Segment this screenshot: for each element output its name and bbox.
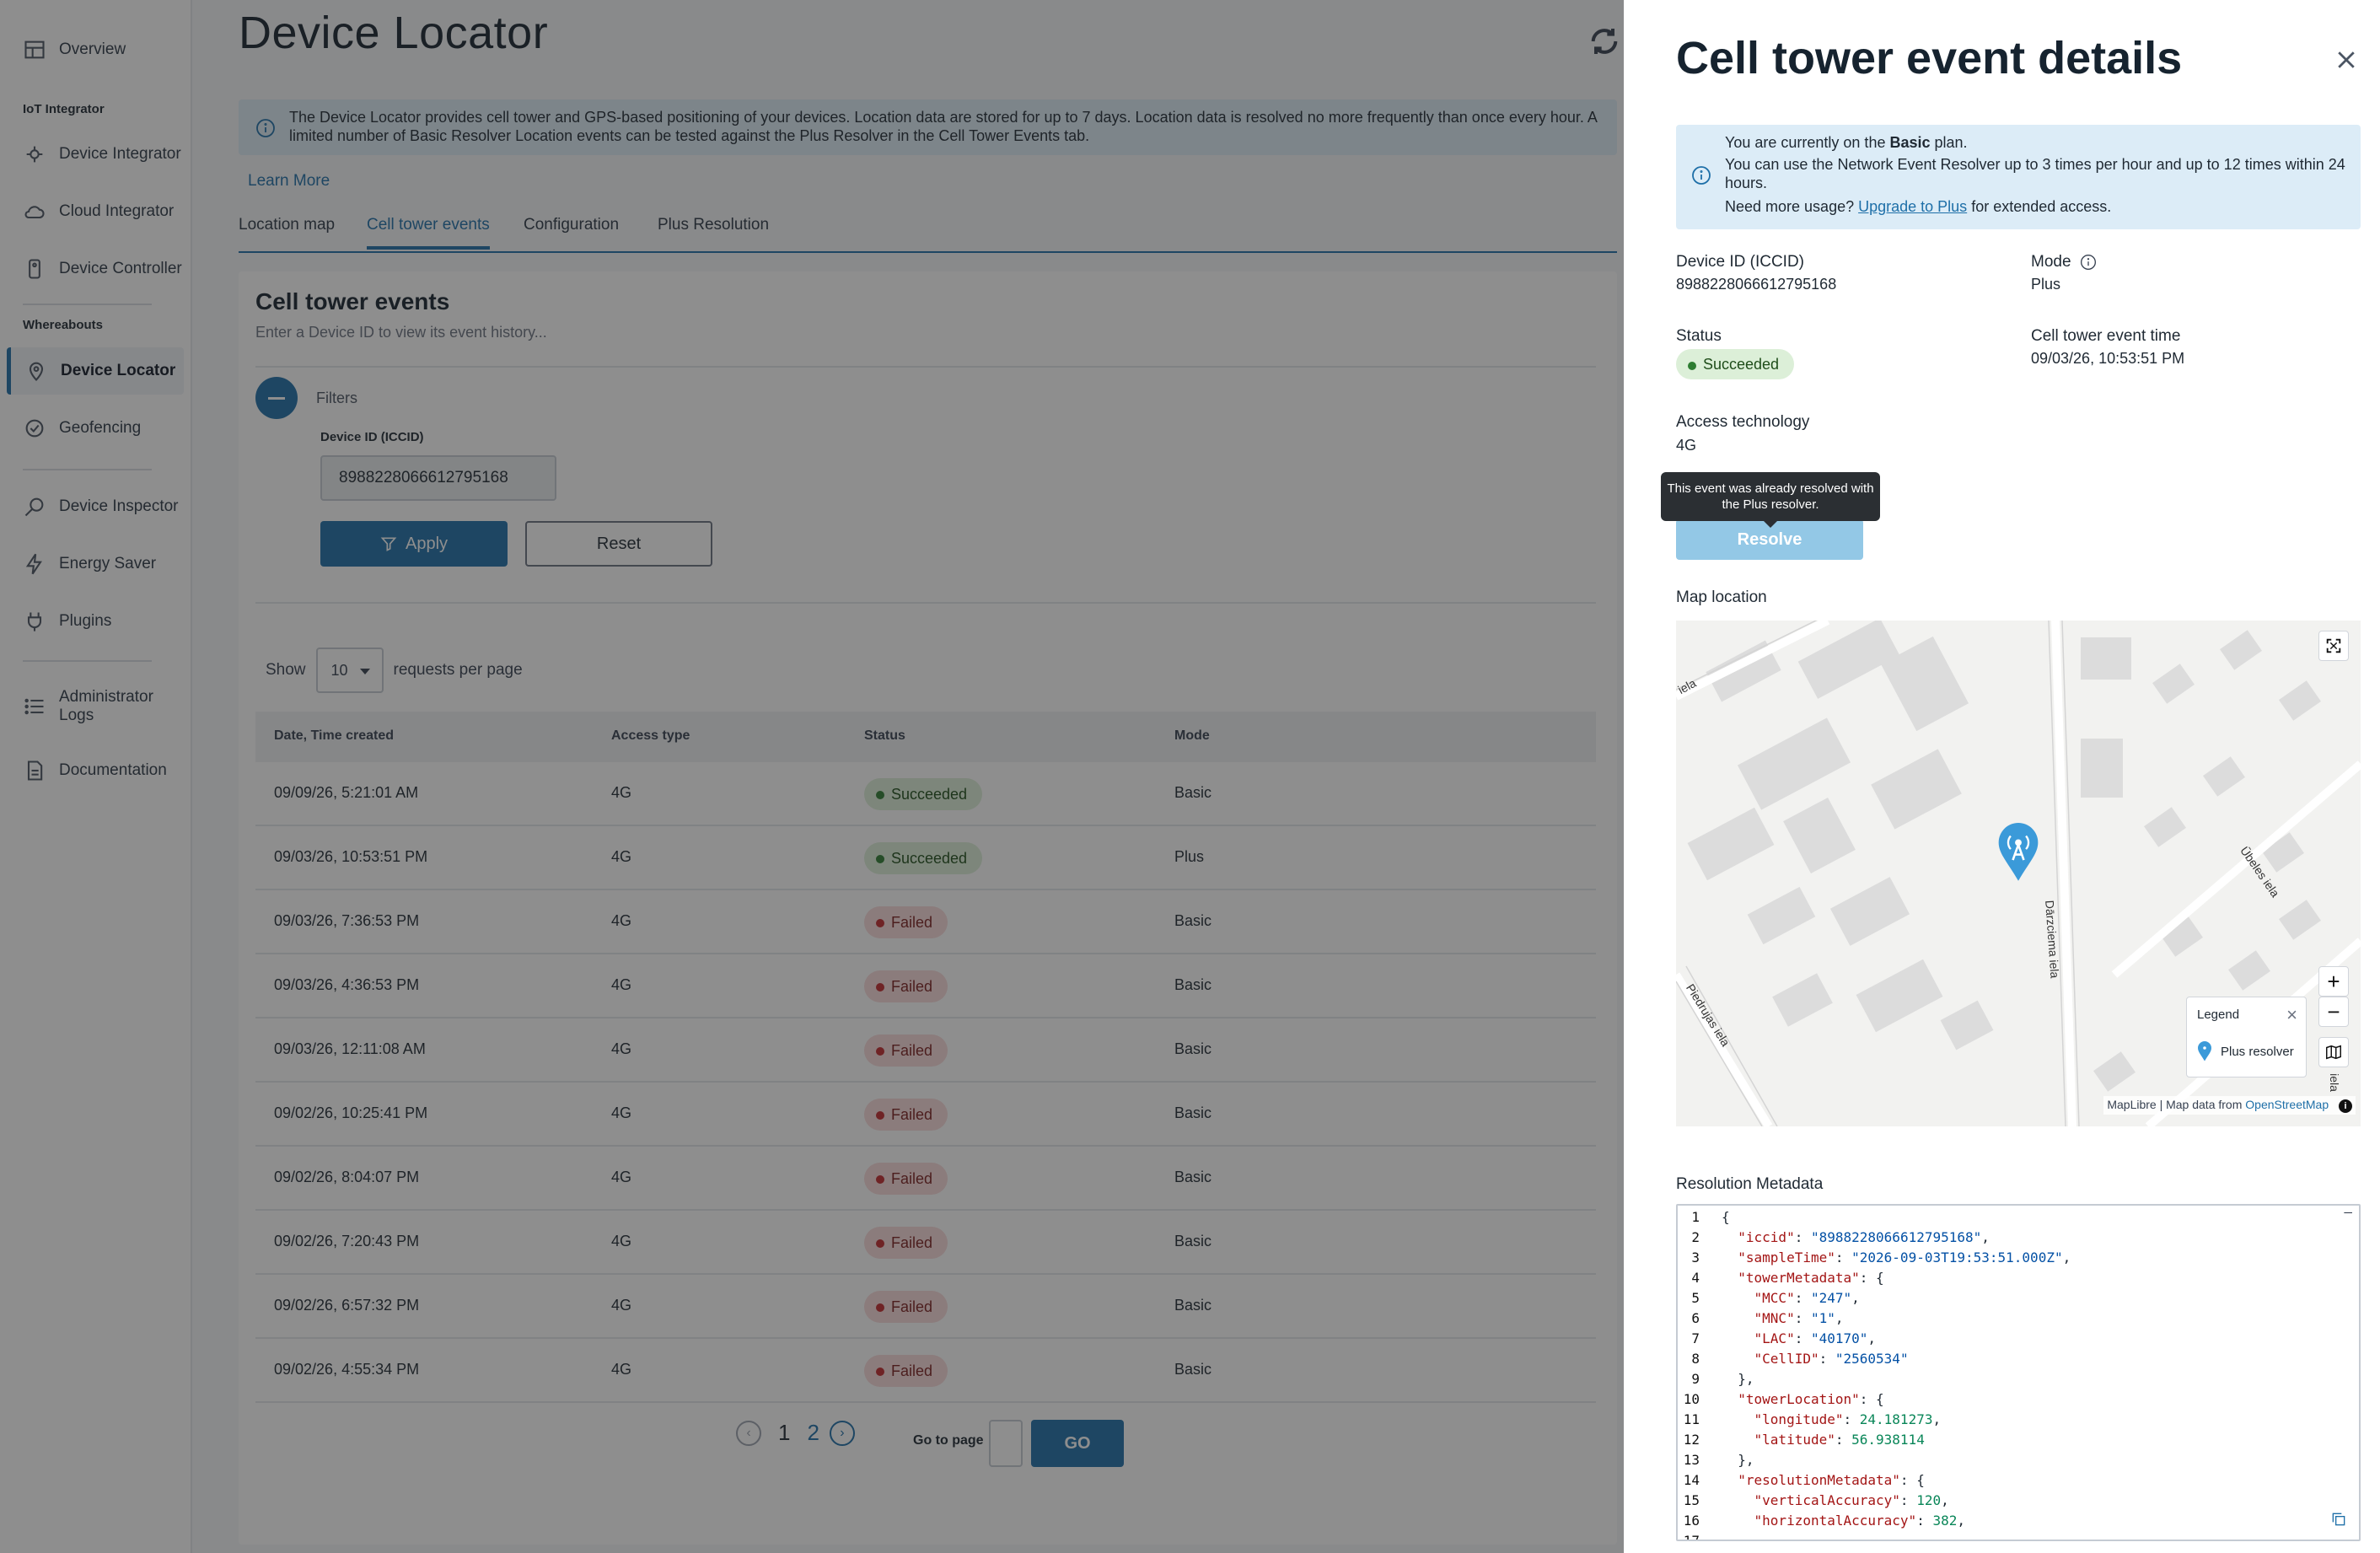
event-time-label: Cell tower event time xyxy=(2031,327,2181,345)
fullscreen-icon xyxy=(2326,638,2341,653)
drawer-title: Cell tower event details xyxy=(1676,33,2183,83)
json-cellid: 2560534 xyxy=(1843,1351,1900,1367)
resolution-metadata-label: Resolution Metadata xyxy=(1676,1175,1824,1193)
plan-line-1: You are currently on the Basic plan. xyxy=(1725,133,2349,152)
info-icon[interactable] xyxy=(2080,254,2097,271)
legend-close-icon[interactable]: × xyxy=(2286,1004,2297,1026)
event-time-value: 09/03/26, 10:53:51 PM xyxy=(2031,350,2185,367)
resolve-tooltip: This event was already resolved with the… xyxy=(1661,472,1880,528)
upgrade-link[interactable]: Upgrade to Plus xyxy=(1858,198,1967,215)
zoom-in-button[interactable]: + xyxy=(2318,966,2349,997)
map-location-label: Map location xyxy=(1676,588,1767,606)
status-label: Status xyxy=(1676,327,1722,345)
json-longitude: 24.181273 xyxy=(1859,1411,1933,1427)
event-details-drawer: Cell tower event details You are current… xyxy=(1624,0,2380,1553)
line-number: 4 xyxy=(1691,1270,1700,1286)
legend-item: Plus resolver xyxy=(2197,1041,2294,1061)
copy-icon[interactable] xyxy=(2330,1511,2349,1529)
line-number: 3 xyxy=(1691,1249,1700,1266)
legend-item-label: Plus resolver xyxy=(2221,1044,2294,1059)
mode-value: Plus xyxy=(2031,276,2061,293)
map-layers-button[interactable] xyxy=(2318,1037,2349,1067)
close-icon xyxy=(2338,51,2355,68)
line-number: 14 xyxy=(1683,1472,1700,1488)
line-number: 15 xyxy=(1683,1492,1700,1508)
json-lac: 40170 xyxy=(1819,1330,1860,1346)
line-number: 9 xyxy=(1691,1371,1700,1387)
line-number: 5 xyxy=(1691,1290,1700,1306)
metadata-code-editor[interactable]: — 1{ 2 "iccid": "8988228066612795168", 3… xyxy=(1676,1204,2361,1541)
tower-marker-icon xyxy=(2198,1041,2211,1061)
plan-line-2: You can use the Network Event Resolver u… xyxy=(1725,156,2345,191)
plan-text: plan. xyxy=(1930,134,1968,151)
json-mcc: 247 xyxy=(1819,1290,1844,1306)
line-number: 11 xyxy=(1683,1411,1700,1427)
line-number: 1 xyxy=(1691,1209,1700,1225)
json-mnc: 1 xyxy=(1819,1310,1828,1326)
fullscreen-button[interactable] xyxy=(2318,631,2349,661)
status-badge: Succeeded xyxy=(1676,349,1795,379)
plan-line-3: Need more usage? Upgrade to Plus for ext… xyxy=(1725,197,2349,216)
map-icon xyxy=(2326,1045,2341,1060)
json-vertical-accuracy: 120 xyxy=(1916,1492,1942,1508)
plan-text: for extended access. xyxy=(1967,198,2112,215)
tower-marker-icon[interactable] xyxy=(1996,823,2040,882)
json-latitude: 56.938114 xyxy=(1851,1432,1925,1448)
legend-title: Legend xyxy=(2197,1008,2240,1022)
map-legend: Legend × Plus resolver xyxy=(2186,997,2307,1077)
info-icon xyxy=(1691,165,1713,187)
close-button[interactable] xyxy=(2334,47,2362,76)
line-number: 7 xyxy=(1691,1330,1700,1346)
access-tech-value: 4G xyxy=(1676,437,1697,454)
map-view[interactable]: iela Dārzciema iela Ūbeles iela Piedruja… xyxy=(1676,621,2361,1126)
json-sample-time: 2026-09-03T19:53:51.000Z xyxy=(1859,1249,2055,1266)
attribution-info-icon[interactable]: i xyxy=(2339,1099,2352,1113)
attribution-text: MapLibre | Map data from xyxy=(2107,1098,2246,1111)
line-number: 8 xyxy=(1691,1351,1700,1367)
zoom-out-button[interactable]: − xyxy=(2318,997,2349,1027)
line-number: 2 xyxy=(1691,1229,1700,1245)
plan-info-banner: You are currently on the Basic plan. You… xyxy=(1676,125,2361,229)
street-label: iela xyxy=(2327,1073,2341,1092)
device-id-value: 8988228066612795168 xyxy=(1676,276,1837,293)
device-id-label: Device ID (ICCID) xyxy=(1676,253,1805,271)
plan-text: Need more usage? xyxy=(1725,198,1859,215)
mode-label-text: Mode xyxy=(2031,253,2071,271)
map-attribution: MapLibre | Map data from OpenStreetMap i xyxy=(2103,1096,2356,1115)
line-number: 13 xyxy=(1683,1452,1700,1468)
plan-name: Basic xyxy=(1889,134,1931,151)
line-number: 17 xyxy=(1683,1533,1700,1541)
line-number: 12 xyxy=(1683,1432,1700,1448)
line-number: 6 xyxy=(1691,1310,1700,1326)
line-number: 16 xyxy=(1683,1513,1700,1529)
plan-text: You are currently on the xyxy=(1725,134,1890,151)
mode-label: Mode xyxy=(2031,253,2097,271)
line-number: 10 xyxy=(1683,1391,1700,1407)
openstreetmap-link[interactable]: OpenStreetMap xyxy=(2245,1098,2329,1111)
json-iccid: 8988228066612795168 xyxy=(1819,1229,1974,1245)
modal-overlay[interactable] xyxy=(0,0,1624,1553)
access-tech-label: Access technology xyxy=(1676,413,1810,431)
json-horizontal-accuracy: 382 xyxy=(1932,1513,1958,1529)
